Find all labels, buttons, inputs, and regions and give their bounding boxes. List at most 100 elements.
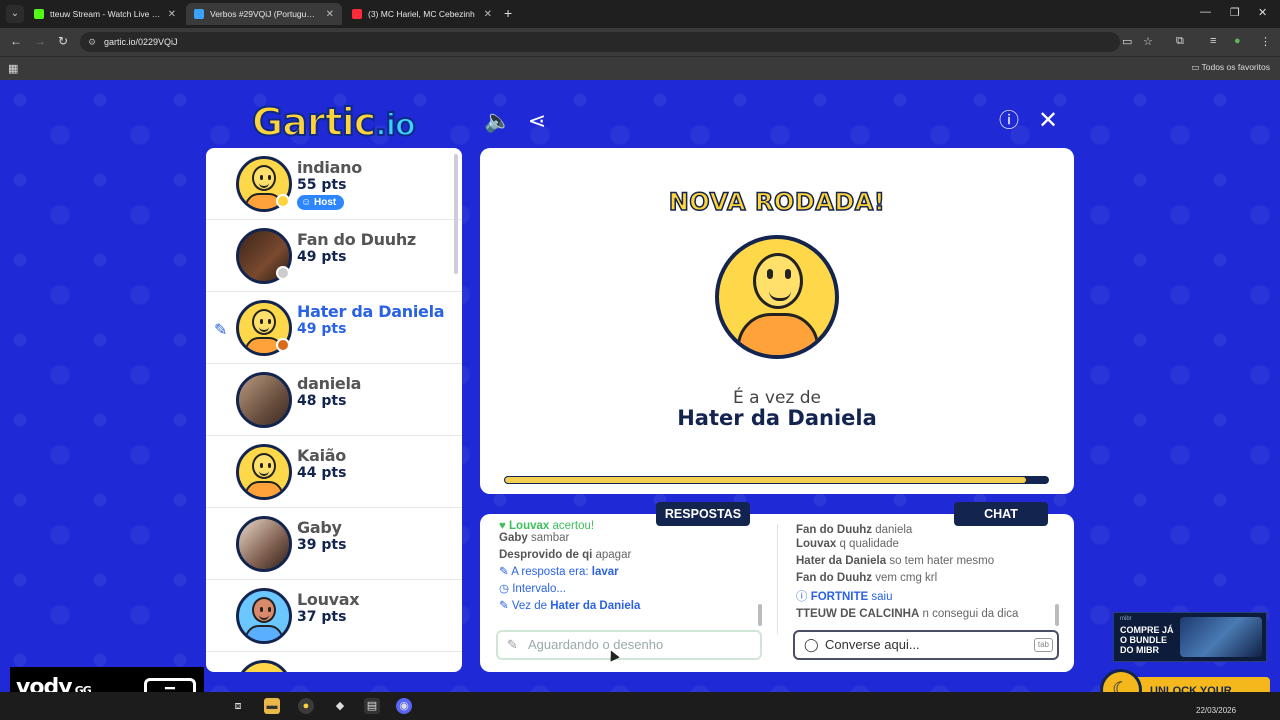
app-icon[interactable]: ◆: [332, 698, 348, 714]
browser-tab-kick[interactable]: tteuw Stream - Watch Live on K ✕: [26, 3, 184, 25]
url-field[interactable]: ⚙ gartic.io/0229VQiJ: [80, 32, 1120, 52]
site-info-icon[interactable]: ⚙: [88, 32, 96, 52]
windows-taskbar: ⧈ ▬ ● ◆ ▤ ◉ 22/03/2026: [0, 692, 1280, 720]
round-card: NOVA RODADA! É a vez de Hater da Daniela: [480, 148, 1074, 494]
player-avatar: [236, 660, 292, 672]
player-avatar: [236, 444, 292, 500]
player-item[interactable]: Louvax 37 pts: [206, 580, 462, 652]
back-arrow-icon[interactable]: ←: [10, 34, 22, 48]
reload-icon[interactable]: ↻: [58, 34, 68, 48]
chat-message: Fan do Duuhz vem cmg krl: [796, 572, 938, 584]
pencil-icon: ✎: [507, 637, 518, 652]
interval-message: ◷ Intervalo...: [499, 583, 566, 595]
taskbar-date: 22/03/2026: [1196, 706, 1237, 715]
pencil-icon: ✎: [499, 600, 512, 612]
gartic-favicon-icon: [194, 9, 204, 19]
player-item[interactable]: Kaião 44 pts: [206, 436, 462, 508]
share-icon[interactable]: ⋖: [524, 108, 550, 134]
chat-message: Hater da Daniela so tem hater mesmo: [796, 555, 995, 567]
chat-message: Fan do Duuhz daniela: [796, 524, 913, 536]
apps-grid-icon[interactable]: ▦: [8, 62, 18, 75]
status-dot: [276, 194, 290, 208]
forward-arrow-icon[interactable]: →: [34, 34, 46, 48]
restore-button[interactable]: ❐: [1230, 6, 1240, 19]
check-icon: ♥: [499, 520, 510, 530]
answer-reveal: ✎ A resposta era: lavar: [499, 566, 619, 578]
youtube-favicon-icon: [352, 9, 362, 19]
tab-answers[interactable]: RESPOSTAS: [656, 502, 750, 526]
pencil-icon: ✎: [499, 566, 512, 578]
info-icon: ⓘ: [796, 591, 811, 603]
discord-icon[interactable]: ◉: [396, 698, 412, 714]
status-dot: [276, 338, 290, 352]
turn-player-name: Hater da Daniela: [677, 406, 877, 430]
drawer-avatar: [715, 235, 839, 359]
terminal-icon[interactable]: ▤: [364, 698, 380, 714]
kick-favicon-icon: [34, 9, 44, 19]
player-avatar: [236, 516, 292, 572]
chat-message: TTEUW DE CALCINHA n consegui da dica: [796, 608, 1019, 620]
cast-icon[interactable]: ▭: [1122, 35, 1132, 48]
close-tab-icon[interactable]: ✕: [320, 9, 334, 20]
player-avatar: [236, 588, 292, 644]
menu-dots-icon[interactable]: ⋮: [1260, 35, 1271, 48]
sound-icon[interactable]: 🔈: [484, 108, 511, 134]
turn-label: É a vez de: [732, 388, 822, 408]
close-tab-icon[interactable]: ✕: [162, 9, 176, 20]
panel-divider: [777, 524, 778, 634]
profile-avatar-icon[interactable]: ●: [1234, 35, 1241, 47]
chat-message: Louvax q qualidade: [796, 538, 899, 550]
player-list: indiano 55 pts ☺ Host Fan do Duuhz 49 pt…: [206, 148, 462, 672]
round-title: NOVA RODADA!: [668, 187, 886, 217]
mibr-ad-art: [1180, 617, 1262, 657]
round-timer-fill: [505, 477, 1027, 483]
tab-search-button[interactable]: ⌄: [6, 5, 24, 23]
round-timer-bar: [504, 476, 1049, 484]
chat-input[interactable]: ◯ Converse aqui... tab: [793, 630, 1059, 660]
bookmark-star-icon[interactable]: ☆: [1143, 35, 1153, 48]
player-item[interactable]: Fan do Duuhz 49 pts: [206, 220, 462, 292]
chat-scrollbar[interactable]: [1055, 604, 1059, 626]
player-item[interactable]: Gaby 39 pts: [206, 508, 462, 580]
answers-log: ♥ Louvax acertou! Gaby sambar Desprovido…: [499, 520, 641, 615]
turn-message: ✎ Vez de Hater da Daniela: [499, 600, 641, 612]
close-tab-icon[interactable]: ✕: [478, 9, 492, 20]
new-tab-button[interactable]: +: [504, 5, 512, 21]
answer-message: ♥ Louvax acertou!: [499, 520, 595, 530]
task-view-icon[interactable]: ⧈: [230, 698, 246, 714]
chat-log: Fan do Duuhz daniela Louvax q qualidade …: [796, 524, 1018, 623]
status-dot: [276, 266, 290, 280]
browser-tabbar: ⌄ tteuw Stream - Watch Live on K ✕ Verbo…: [0, 0, 1280, 28]
answer-message: Desprovido de qi apagar: [499, 549, 632, 561]
media-icon[interactable]: ≡: [1210, 35, 1216, 47]
player-item[interactable]: indiano 55 pts ☺ Host: [206, 148, 462, 220]
mibr-ad[interactable]: mibr COMPRE JÁ O BUNDLE DO MIBR: [1113, 612, 1267, 662]
drawing-pencil-icon: ✎: [214, 322, 228, 339]
host-badge: ☺ Host: [297, 195, 345, 210]
gartic-logo: Gartic.io: [251, 99, 417, 145]
minimize-button[interactable]: —: [1200, 6, 1211, 18]
info-icon[interactable]: ⓘ: [996, 108, 1022, 134]
player-item[interactable]: [206, 652, 462, 672]
player-avatar: [236, 372, 292, 428]
answers-scrollbar[interactable]: [758, 604, 762, 626]
mibr-ad-text: COMPRE JÁ O BUNDLE DO MIBR: [1120, 625, 1174, 655]
exit-icon[interactable]: ✕: [1035, 108, 1061, 134]
browser-tab-gartic[interactable]: Verbos #29VQiJ (Português) - G ✕: [186, 3, 342, 25]
tab-key-hint: tab: [1033, 638, 1053, 652]
answer-input[interactable]: ✎ Aguardando o desenho: [496, 630, 762, 660]
extensions-icon[interactable]: ⧉: [1176, 35, 1184, 48]
clock-icon: ◷: [499, 583, 513, 595]
player-item[interactable]: ✎ Hater da Daniela 49 pts: [206, 292, 462, 364]
chrome-icon[interactable]: ●: [298, 698, 314, 714]
player-item[interactable]: daniela 48 pts: [206, 364, 462, 436]
bookmarks-bar: ▦ ▭ Todos os favoritos: [0, 56, 1280, 80]
browser-tab-youtube[interactable]: (3) MC Hariel, MC Cebezinh ✕: [344, 3, 500, 25]
player-list-scrollbar[interactable]: [454, 154, 458, 274]
address-bar-row: ← → ↻ ⚙ gartic.io/0229VQiJ ▭ ☆ ⧉ ≡ ● ⋮: [0, 28, 1280, 56]
answers-chat-panel: RESPOSTAS CHAT ♥ Louvax acertou! Gaby sa…: [480, 502, 1074, 672]
file-explorer-icon[interactable]: ▬: [264, 698, 280, 714]
all-bookmarks-button[interactable]: ▭ Todos os favoritos: [1191, 62, 1270, 73]
chat-system-message: ⓘ FORTNITE saiu: [796, 591, 893, 603]
close-window-button[interactable]: ✕: [1258, 6, 1267, 19]
